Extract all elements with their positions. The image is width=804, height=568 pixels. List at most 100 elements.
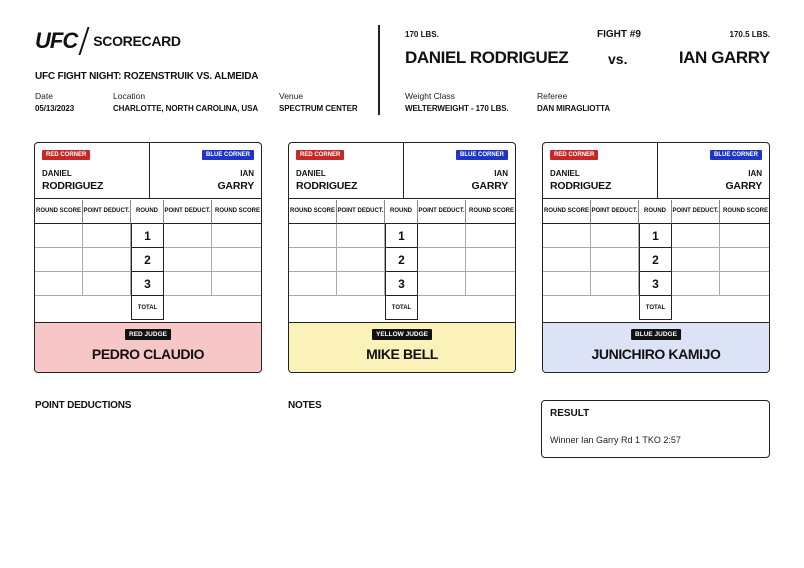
ufc-logo: UFC SCORECARD xyxy=(35,27,181,55)
column-header: ROUND SCORE xyxy=(466,200,515,224)
referee-label: Referee xyxy=(537,91,568,101)
score-cell[interactable] xyxy=(164,224,212,248)
score-cell[interactable] xyxy=(672,224,720,248)
blue-first-name: IAN xyxy=(240,169,254,178)
red-first-name: DANIEL xyxy=(550,169,580,178)
blue-first-name: IAN xyxy=(494,169,508,178)
blue-corner-tag: BLUE CORNER xyxy=(709,150,762,160)
score-cell[interactable] xyxy=(337,224,385,248)
score-cell[interactable] xyxy=(35,272,83,296)
corner-divider xyxy=(657,143,658,199)
round-number: 3 xyxy=(639,272,672,296)
score-cell[interactable] xyxy=(466,272,515,296)
score-cell[interactable] xyxy=(83,248,131,272)
judge-tag: BLUE JUDGE xyxy=(631,329,681,340)
round-number: 2 xyxy=(639,248,672,272)
score-cell[interactable] xyxy=(289,248,337,272)
score-cell[interactable] xyxy=(418,272,466,296)
score-cell[interactable] xyxy=(289,272,337,296)
score-cell[interactable] xyxy=(35,224,83,248)
judge-panel: BLUE JUDGE JUNICHIRO KAMIJO xyxy=(543,322,769,372)
score-cell[interactable] xyxy=(720,224,769,248)
corner-header: RED CORNER BLUE CORNER DANIEL RODRIGUEZ IAN G… xyxy=(543,143,769,199)
blue-last-name: GARRY xyxy=(725,180,762,192)
red-first-name: DANIEL xyxy=(42,169,72,178)
column-header: ROUND SCORE xyxy=(289,200,337,224)
corner-divider xyxy=(403,143,404,199)
score-cell[interactable] xyxy=(212,272,261,296)
score-cell[interactable] xyxy=(337,248,385,272)
judge-name: PEDRO CLAUDIO xyxy=(91,346,205,362)
round-number: 3 xyxy=(131,272,164,296)
score-cell[interactable] xyxy=(35,248,83,272)
judge-tag: YELLOW JUDGE xyxy=(371,329,433,340)
score-cell[interactable] xyxy=(164,248,212,272)
referee-value: DAN MIRAGLIOTTA xyxy=(537,104,611,113)
score-cell[interactable] xyxy=(83,224,131,248)
score-cell[interactable] xyxy=(418,248,466,272)
date-value: 05/13/2023 xyxy=(35,104,75,113)
column-header: POINT DEDUCT. xyxy=(672,200,720,224)
total-label: TOTAL xyxy=(639,296,672,320)
fight-number: FIGHT #9 xyxy=(597,29,641,40)
score-cell[interactable] xyxy=(543,272,591,296)
red-fighter-weight: 170 LBS. xyxy=(405,30,439,39)
header-divider xyxy=(378,25,380,115)
score-cell[interactable] xyxy=(164,272,212,296)
round-number: 1 xyxy=(639,224,672,248)
score-cell[interactable] xyxy=(543,224,591,248)
round-number: 2 xyxy=(385,248,418,272)
venue-value: SPECTRUM CENTER xyxy=(279,104,358,113)
score-cell[interactable] xyxy=(466,224,515,248)
column-header: ROUND xyxy=(639,200,672,224)
score-cell[interactable] xyxy=(591,272,639,296)
column-header: ROUND SCORE xyxy=(35,200,83,224)
column-header: ROUND SCORE xyxy=(720,200,769,224)
blue-corner-tag: BLUE CORNER xyxy=(455,150,508,160)
score-cell[interactable] xyxy=(672,248,720,272)
location-value: CHARLOTTE, NORTH CAROLINA, USA xyxy=(113,104,258,113)
round-number: 2 xyxy=(131,248,164,272)
blue-last-name: GARRY xyxy=(471,180,508,192)
venue-label: Venue xyxy=(279,91,304,101)
column-header: POINT DEDUCT. xyxy=(591,200,639,224)
column-header: POINT DEDUCT. xyxy=(164,200,212,224)
judge-scorecard: RED CORNER BLUE CORNER DANIEL RODRIGUEZ IAN G… xyxy=(288,142,516,373)
score-cell[interactable] xyxy=(672,272,720,296)
date-label: Date xyxy=(35,91,53,101)
result-box: RESULT Winner Ian Garry Rd 1 TKO 2:57 xyxy=(541,400,770,458)
score-cell[interactable] xyxy=(591,248,639,272)
column-header: ROUND xyxy=(385,200,418,224)
score-cell[interactable] xyxy=(720,248,769,272)
total-label: TOTAL xyxy=(131,296,164,320)
score-cell[interactable] xyxy=(337,272,385,296)
score-cell[interactable] xyxy=(543,248,591,272)
score-cell[interactable] xyxy=(212,224,261,248)
score-cell[interactable] xyxy=(83,272,131,296)
column-header: POINT DEDUCT. xyxy=(337,200,385,224)
total-label: TOTAL xyxy=(385,296,418,320)
judge-name: JUNICHIRO KAMIJO xyxy=(591,346,721,362)
red-last-name: RODRIGUEZ xyxy=(550,180,612,192)
judge-panel: YELLOW JUDGE MIKE BELL xyxy=(289,322,515,372)
corner-header: RED CORNER BLUE CORNER DANIEL RODRIGUEZ IAN G… xyxy=(35,143,261,199)
red-corner-tag: RED CORNER xyxy=(296,150,345,160)
red-fighter-name: DANIEL RODRIGUEZ xyxy=(405,48,569,67)
score-cell[interactable] xyxy=(212,248,261,272)
red-corner-tag: RED CORNER xyxy=(550,150,599,160)
score-cell[interactable] xyxy=(289,224,337,248)
blue-first-name: IAN xyxy=(748,169,762,178)
score-cell[interactable] xyxy=(466,248,515,272)
judge-tag: RED JUDGE xyxy=(125,329,171,340)
notes-heading: NOTES xyxy=(288,400,322,411)
round-number: 1 xyxy=(131,224,164,248)
corner-divider xyxy=(149,143,150,199)
score-cell[interactable] xyxy=(418,224,466,248)
round-number: 3 xyxy=(385,272,418,296)
column-header: ROUND xyxy=(131,200,164,224)
ufc-brand: UFC xyxy=(35,28,78,53)
score-cell[interactable] xyxy=(591,224,639,248)
blue-fighter-weight: 170.5 LBS. xyxy=(729,30,770,39)
score-cell[interactable] xyxy=(720,272,769,296)
red-corner-tag: RED CORNER xyxy=(42,150,91,160)
